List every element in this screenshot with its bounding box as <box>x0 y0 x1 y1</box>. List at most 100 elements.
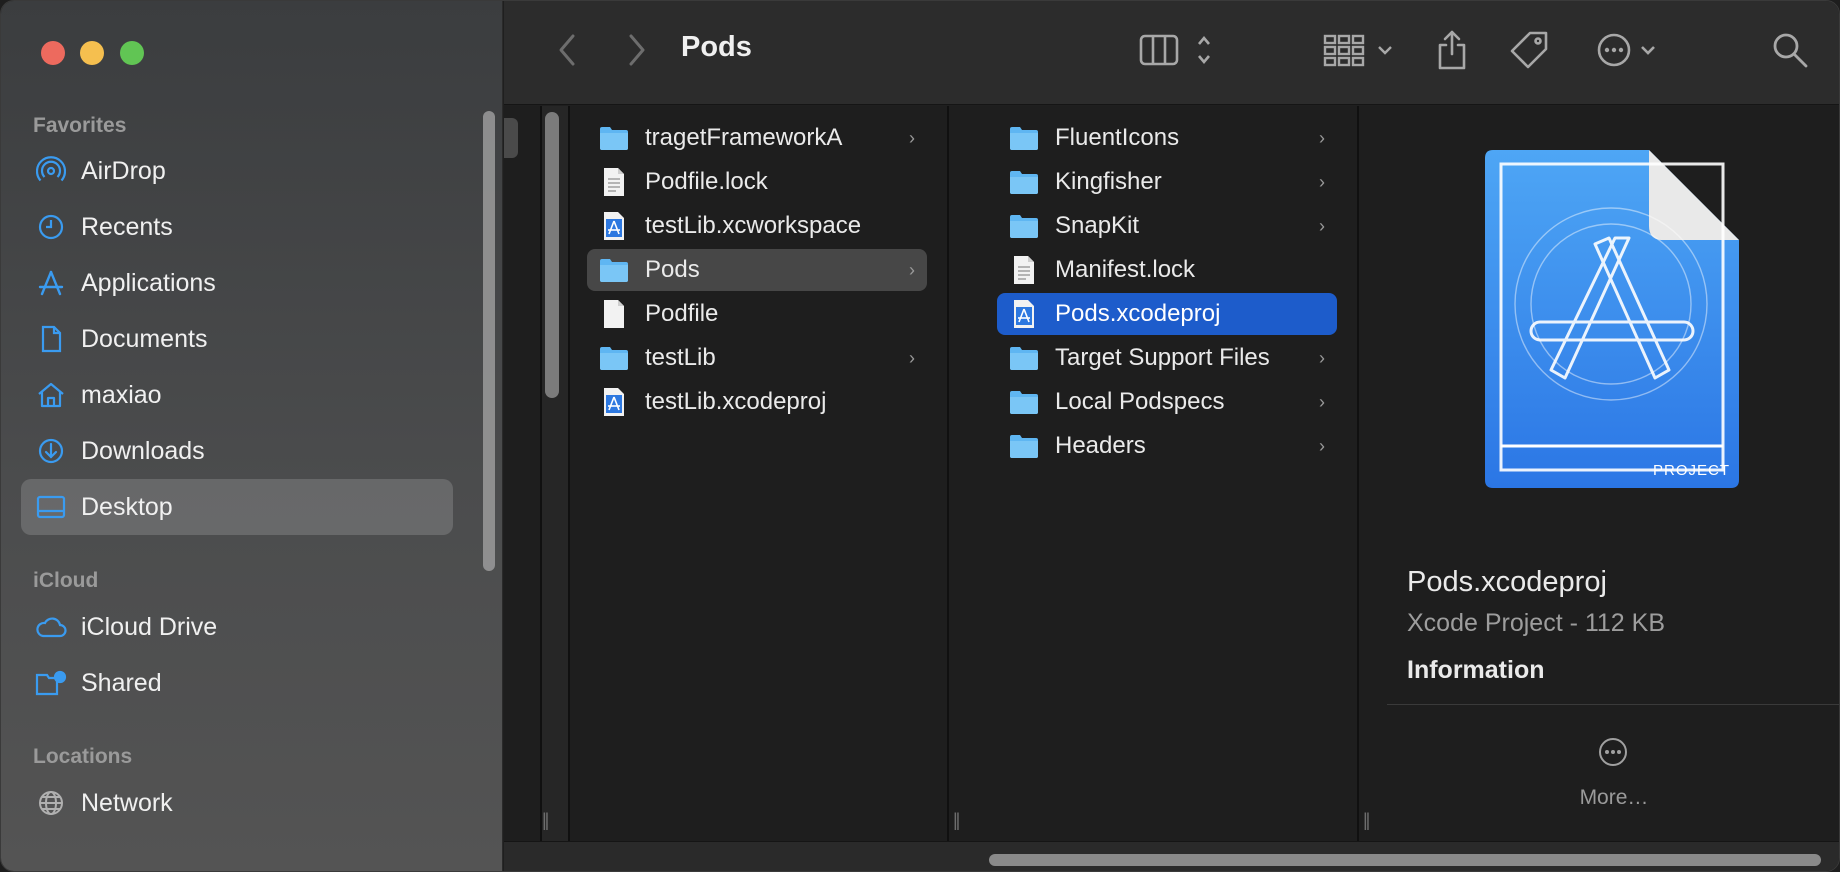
chevron-right-icon: › <box>1319 216 1325 236</box>
sidebar-item-icloud-drive[interactable]: iCloud Drive <box>21 599 453 655</box>
search-icon <box>1770 30 1810 75</box>
share-button[interactable] <box>1432 29 1472 75</box>
column-resize-handle[interactable]: || <box>953 810 961 831</box>
zoom-window-button[interactable] <box>120 41 144 65</box>
column-resize-handle[interactable]: || <box>1363 810 1371 831</box>
chevron-right-icon: › <box>909 348 915 368</box>
column-divider[interactable] <box>947 106 949 841</box>
chevron-left-icon <box>557 33 577 72</box>
chevron-right-icon: › <box>1319 348 1325 368</box>
folder-icon <box>599 343 629 373</box>
list-item[interactable]: FluentIcons › <box>997 117 1337 159</box>
preview-pane: PROJECT Pods.xcodeproj Xcode Project - 1… <box>1387 106 1839 841</box>
chevron-right-icon: › <box>1319 392 1325 412</box>
list-item[interactable]: Local Podspecs › <box>997 381 1337 423</box>
previous-column-selection <box>504 118 518 158</box>
folder-icon <box>599 123 629 153</box>
tag-icon <box>1508 29 1550 76</box>
folder-icon <box>1009 343 1039 373</box>
minimize-window-button[interactable] <box>80 41 104 65</box>
sidebar-item-label: iCloud Drive <box>81 612 218 641</box>
list-item[interactable]: Podfile <box>587 293 927 335</box>
list-item[interactable]: Pods › <box>587 249 927 291</box>
chevron-right-icon: › <box>1319 128 1325 148</box>
preview-file-name: Pods.xcodeproj <box>1407 566 1607 598</box>
xcode-file-icon <box>599 211 629 241</box>
forward-button[interactable] <box>619 29 655 75</box>
sidebar-item-label: Shared <box>81 668 162 697</box>
back-button[interactable] <box>549 29 585 75</box>
blank-file-icon <box>599 299 629 329</box>
shared-folder-icon <box>35 667 67 699</box>
list-item[interactable]: Kingfisher › <box>997 161 1337 203</box>
sidebar-scrollbar[interactable] <box>483 111 495 571</box>
chevron-right-icon <box>627 33 647 72</box>
horizontal-scrollbar[interactable] <box>989 854 1821 866</box>
folder-icon <box>1009 167 1039 197</box>
list-item[interactable]: testLib › <box>587 337 927 379</box>
search-button[interactable] <box>1768 29 1812 75</box>
sidebar-item-label: AirDrop <box>81 156 166 185</box>
airdrop-icon <box>35 155 67 187</box>
close-window-button[interactable] <box>41 41 65 65</box>
text-file-icon <box>1009 255 1039 285</box>
divider <box>1387 704 1839 705</box>
column-resize-handle[interactable]: || <box>542 810 550 831</box>
folder-icon <box>1009 123 1039 153</box>
list-item[interactable]: Headers › <box>997 425 1337 467</box>
sidebar-item-downloads[interactable]: Downloads <box>21 423 453 479</box>
column-divider[interactable] <box>540 106 542 841</box>
tags-button[interactable] <box>1507 29 1551 75</box>
sidebar-item-desktop[interactable]: Desktop <box>21 479 453 535</box>
applications-icon <box>35 267 67 299</box>
sidebar-item-airdrop[interactable]: AirDrop <box>21 143 453 199</box>
project-badge: PROJECT <box>1653 462 1731 479</box>
sidebar-item-label: Downloads <box>81 436 205 465</box>
sidebar-item-network[interactable]: Network <box>21 775 453 831</box>
view-mode-button[interactable] <box>1137 29 1217 75</box>
desktop-icon <box>35 491 67 523</box>
more-label[interactable]: More… <box>1387 786 1839 810</box>
sidebar-item-label: Network <box>81 788 173 817</box>
column-divider[interactable] <box>1357 106 1359 841</box>
locations-section-title: Locations <box>33 745 133 768</box>
sidebar-item-label: Desktop <box>81 492 173 521</box>
sidebar-item-applications[interactable]: Applications <box>21 255 453 311</box>
folder-icon <box>1009 431 1039 461</box>
home-icon <box>35 379 67 411</box>
list-item[interactable]: Manifest.lock <box>997 249 1337 291</box>
sidebar-item-label: maxiao <box>81 380 162 409</box>
sidebar-item-recents[interactable]: Recents <box>21 199 453 255</box>
sidebar-item-home[interactable]: maxiao <box>21 367 453 423</box>
column-divider[interactable] <box>568 106 570 841</box>
list-item[interactable]: SnapKit › <box>997 205 1337 247</box>
list-item[interactable]: Target Support Files › <box>997 337 1337 379</box>
group-by-button[interactable] <box>1321 29 1399 75</box>
column-scrollbar[interactable] <box>545 112 559 398</box>
list-item[interactable]: testLib.xcworkspace <box>587 205 927 247</box>
list-item[interactable]: Podfile.lock <box>587 161 927 203</box>
share-icon <box>1434 28 1470 77</box>
sidebar: Favorites AirDrop Recents Applications D… <box>1 1 503 871</box>
folder-icon <box>1009 387 1039 417</box>
sidebar-item-documents[interactable]: Documents <box>21 311 453 367</box>
favorites-section-title: Favorites <box>33 114 127 137</box>
sidebar-item-label: Documents <box>81 324 208 353</box>
window-title: Pods <box>681 31 752 63</box>
action-menu-button[interactable] <box>1594 29 1666 75</box>
list-item[interactable]: testLib.xcodeproj <box>587 381 927 423</box>
list-item[interactable]: Pods.xcodeproj <box>997 293 1337 335</box>
ellipsis-circle-icon <box>1597 738 1629 772</box>
chevron-right-icon: › <box>1319 172 1325 192</box>
text-file-icon <box>599 167 629 197</box>
information-heading: Information <box>1407 656 1545 684</box>
clock-icon <box>35 211 67 243</box>
icloud-section-title: iCloud <box>33 569 99 592</box>
more-button[interactable] <box>1597 736 1629 773</box>
sidebar-item-shared[interactable]: Shared <box>21 655 453 711</box>
folder-icon <box>599 255 629 285</box>
cloud-icon <box>35 611 67 643</box>
list-item[interactable]: tragetFrameworkA › <box>587 117 927 159</box>
download-icon <box>35 435 67 467</box>
columns-view-icon <box>1137 30 1217 75</box>
